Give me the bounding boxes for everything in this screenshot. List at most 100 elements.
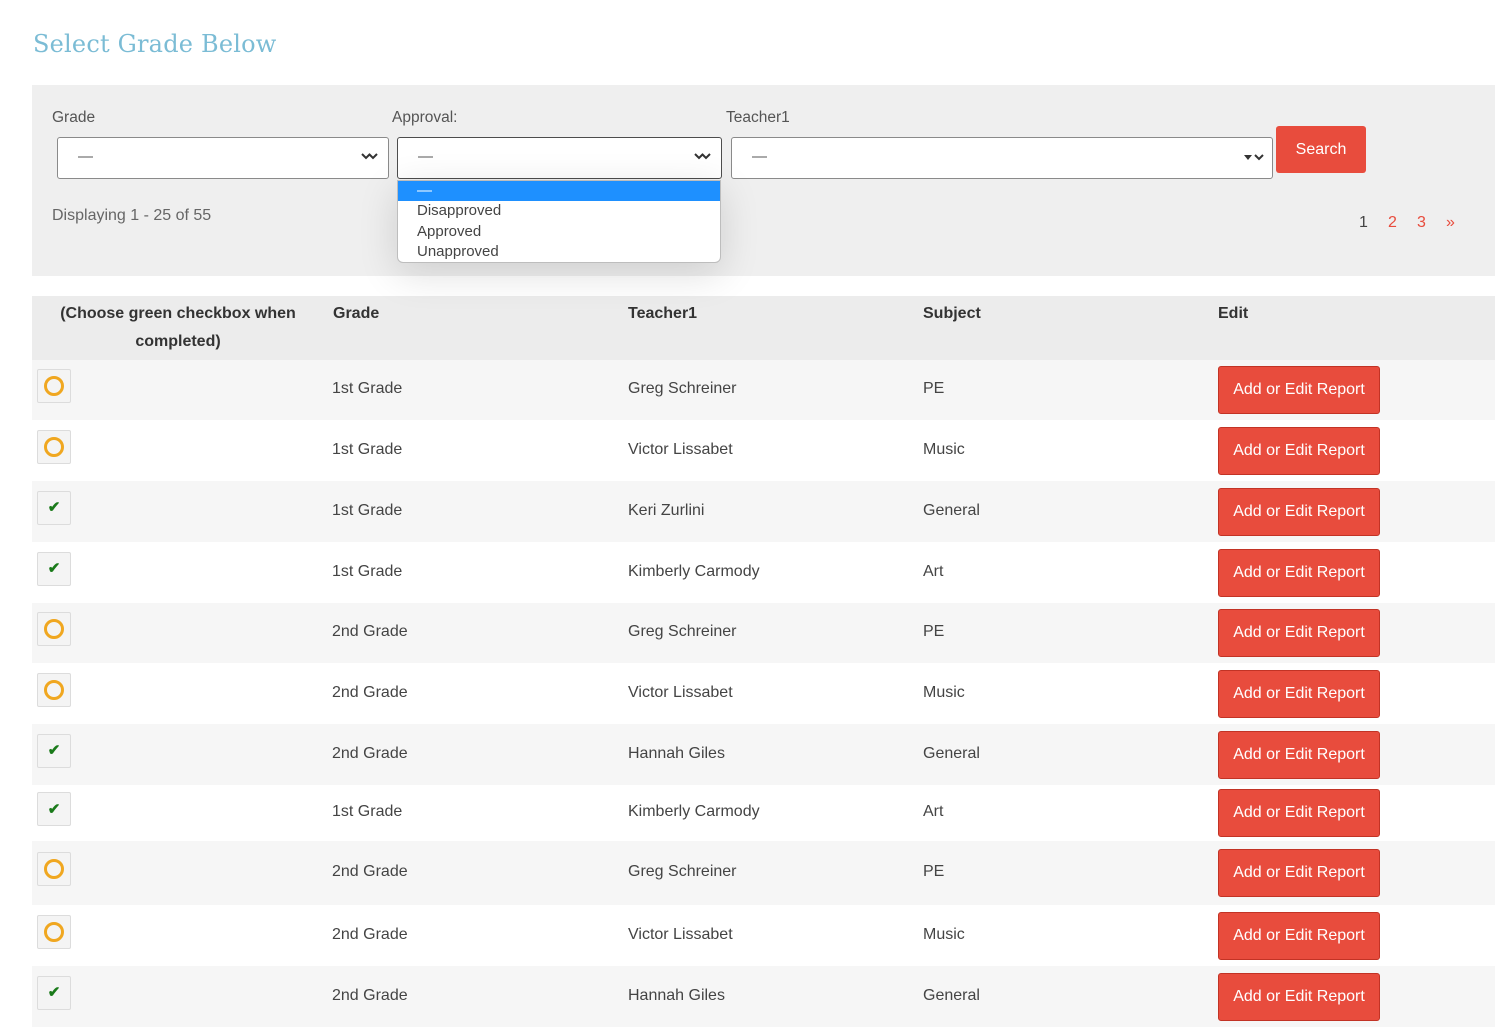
pending-circle-icon [44, 436, 64, 457]
pending-circle-icon [44, 376, 64, 396]
cell-teacher: Greg Schreiner [628, 863, 737, 880]
approval-option-disapproved[interactable]: Disapproved [398, 201, 720, 221]
cell-grade: 1st Grade [332, 501, 403, 519]
cell-subject: Art [923, 562, 944, 580]
add-or-edit-report-button[interactable]: Add or Edit Report [1218, 730, 1380, 779]
table-row: 2nd Grade Greg Schreiner PE Add or Edit Rep… [32, 841, 1495, 905]
approval-option-unapproved[interactable]: Unapproved [398, 242, 720, 262]
add-or-edit-report-button[interactable]: Add or Edit Report [1218, 972, 1380, 1021]
table-row: ✔ 1st Grade Kimberly Carmody Art Add or Edit… [32, 542, 1495, 603]
approval-filter-label: Approval: [392, 109, 458, 126]
add-or-edit-report-button[interactable]: Add or Edit Report [1218, 911, 1380, 960]
cell-subject: General [923, 501, 980, 519]
table-row: 2nd Grade Victor Lissabet Music Add or Edit… [32, 905, 1495, 966]
pending-checkbox[interactable] [37, 369, 71, 403]
pending-checkbox[interactable] [37, 429, 71, 464]
completed-checkbox[interactable]: ✔ [37, 490, 71, 525]
report-table-body: 1st Grade Greg Schreiner PE Add or Edit Rep… [32, 360, 1495, 1027]
cell-teacher: Victor Lissabet [628, 440, 733, 458]
checkmark-icon: ✔ [47, 560, 61, 577]
cell-grade: 2nd Grade [332, 925, 408, 943]
cell-subject: Art [923, 803, 944, 820]
cell-grade: 1st Grade [332, 380, 403, 397]
add-or-edit-report-button[interactable]: Add or Edit Report [1218, 487, 1380, 536]
completed-checkbox[interactable]: ✔ [37, 551, 71, 586]
cell-grade: 2nd Grade [332, 863, 408, 880]
chevron-down-icon [1244, 154, 1264, 161]
pagination: 1 2 3 » [1349, 214, 1465, 232]
table-row: 2nd Grade Greg Schreiner PE Add or Edit Rep… [32, 603, 1495, 663]
table-row: 2nd Grade Victor Lissabet Music Add or Edit… [32, 663, 1495, 724]
next-page-link[interactable]: » [1436, 214, 1465, 232]
page-2-link[interactable]: 2 [1378, 214, 1407, 232]
cell-grade: 2nd Grade [332, 683, 408, 701]
cell-teacher: Greg Schreiner [628, 380, 737, 397]
page-title: Select Grade Below [33, 30, 277, 59]
add-or-edit-report-button[interactable]: Add or Edit Report [1218, 548, 1380, 597]
column-header-status: (Choose green checkbox when completed) [60, 305, 296, 350]
cell-subject: General [923, 986, 980, 1004]
column-header-teacher: Teacher1 [628, 305, 698, 322]
checkmark-icon: ✔ [47, 984, 61, 1001]
cell-grade: 1st Grade [332, 440, 403, 458]
table-row: 1st Grade Victor Lissabet Music Add or Edit… [32, 420, 1495, 481]
chevron-down-icon [361, 153, 378, 160]
table-row: ✔ 1st Grade Keri Zurlini General Add or Edit… [32, 481, 1495, 542]
add-or-edit-report-button[interactable]: Add or Edit Report [1218, 609, 1380, 657]
checkmark-icon: ✔ [47, 499, 61, 516]
pending-circle-icon [44, 859, 64, 879]
pending-checkbox[interactable] [37, 914, 71, 949]
checkmark-icon: ✔ [47, 800, 61, 818]
table-row: 1st Grade Greg Schreiner PE Add or Edit Rep… [32, 360, 1495, 420]
cell-subject: PE [923, 380, 945, 397]
table-row: ✔ 2nd Grade Hannah Giles General Add or Edit… [32, 966, 1495, 1027]
pending-circle-icon [44, 679, 64, 700]
teacher-filter-label: Teacher1 [726, 109, 790, 126]
completed-checkbox[interactable]: ✔ [37, 733, 71, 768]
cell-grade: 1st Grade [332, 803, 403, 820]
cell-teacher: Keri Zurlini [628, 501, 705, 519]
column-header-edit: Edit [1218, 305, 1249, 322]
cell-teacher: Greg Schreiner [628, 623, 737, 640]
table-header: (Choose green checkbox when completed) G… [32, 296, 1495, 360]
add-or-edit-report-button[interactable]: Add or Edit Report [1218, 669, 1380, 718]
approval-select-value: — [418, 148, 433, 165]
pending-circle-icon [44, 921, 64, 942]
cell-teacher: Kimberly Carmody [628, 562, 760, 580]
cell-subject: Music [923, 925, 965, 943]
pending-circle-icon [44, 619, 64, 639]
cell-teacher: Hannah Giles [628, 744, 725, 762]
cell-subject: PE [923, 623, 945, 640]
add-or-edit-report-button[interactable]: Add or Edit Report [1218, 789, 1380, 837]
pending-checkbox[interactable] [37, 612, 71, 646]
grade-filter-label: Grade [52, 109, 96, 126]
teacher-select-value: — [752, 148, 767, 165]
add-or-edit-report-button[interactable]: Add or Edit Report [1218, 849, 1380, 897]
approval-option-approved[interactable]: Approved [398, 222, 720, 242]
cell-teacher: Victor Lissabet [628, 683, 733, 701]
table-row: ✔ 2nd Grade Hannah Giles General Add or Edit… [32, 724, 1495, 785]
pending-checkbox[interactable] [37, 852, 71, 886]
cell-subject: Music [923, 440, 965, 458]
chevron-down-icon [694, 153, 711, 160]
search-button[interactable]: Search [1276, 126, 1366, 173]
grade-select[interactable]: — [57, 137, 389, 179]
results-count: Displaying 1 - 25 of 55 [52, 207, 212, 224]
completed-checkbox[interactable]: ✔ [37, 975, 71, 1010]
table-row: ✔ 1st Grade Kimberly Carmody Art Add or Edit… [32, 785, 1495, 841]
approval-option-none[interactable]: — [398, 181, 720, 202]
page-3-link[interactable]: 3 [1407, 214, 1436, 232]
add-or-edit-report-button[interactable]: Add or Edit Report [1218, 426, 1380, 475]
approval-dropdown-list: — Disapproved Approved Unapproved [397, 180, 721, 263]
cell-teacher: Hannah Giles [628, 986, 725, 1004]
add-or-edit-report-button[interactable]: Add or Edit Report [1218, 366, 1380, 414]
pending-checkbox[interactable] [37, 672, 71, 707]
cell-subject: Music [923, 683, 965, 701]
teacher-select[interactable]: — [731, 137, 1273, 179]
checkmark-icon: ✔ [47, 742, 61, 759]
cell-teacher: Victor Lissabet [628, 925, 733, 943]
filter-panel: Grade Approval: Teacher1 — — — Search Di… [32, 85, 1495, 276]
approval-select[interactable]: — [397, 137, 722, 179]
cell-subject: PE [923, 863, 945, 880]
completed-checkbox[interactable]: ✔ [37, 792, 71, 826]
